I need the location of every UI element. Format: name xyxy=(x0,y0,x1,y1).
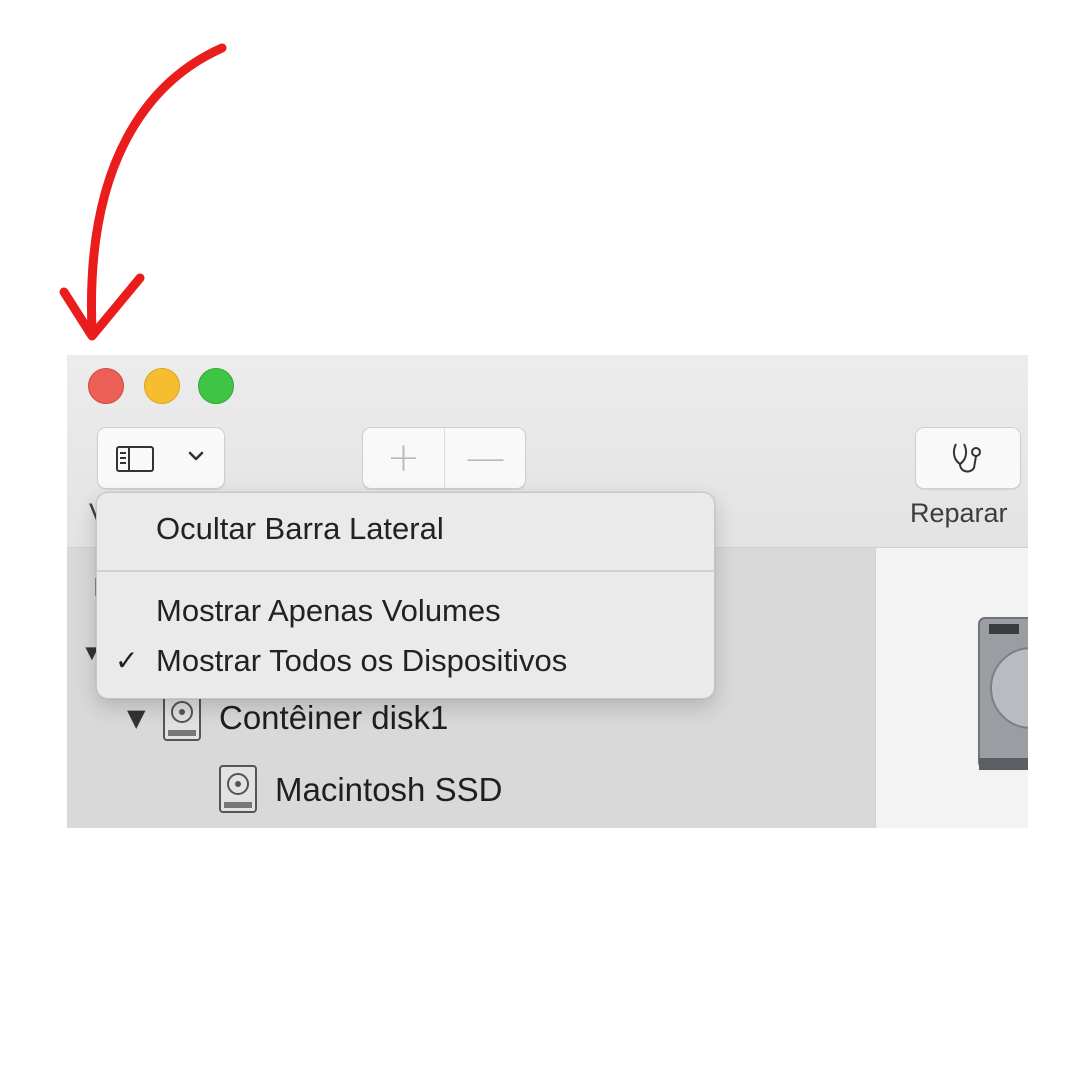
menu-item-show-all-devices[interactable]: ✓ Mostrar Todos os Dispositivos xyxy=(97,637,714,685)
checkmark-icon: ✓ xyxy=(115,644,139,677)
sidebar-item-label: Macintosh SSD xyxy=(275,771,503,808)
sidebar-item-macintosh-ssd[interactable]: Macintosh SSD xyxy=(217,760,502,820)
minimize-window-button[interactable] xyxy=(144,368,180,404)
close-window-button[interactable] xyxy=(88,368,124,404)
menu-item-show-only-volumes[interactable]: Mostrar Apenas Volumes xyxy=(97,587,714,635)
sidebar-icon xyxy=(116,446,154,472)
view-button[interactable] xyxy=(97,427,225,489)
menu-item-label: Ocultar Barra Lateral xyxy=(156,511,444,546)
hard-disk-icon xyxy=(219,765,257,813)
disclosure-triangle[interactable]: ▼ xyxy=(127,704,161,732)
stethoscope-icon xyxy=(952,443,981,473)
add-volume-button[interactable]: + xyxy=(363,432,444,484)
hard-disk-icon xyxy=(163,693,201,741)
remove-volume-button[interactable]: — xyxy=(445,432,526,484)
repair-button[interactable] xyxy=(915,427,1021,489)
repair-label: Reparar xyxy=(910,498,1008,528)
zoom-window-button[interactable] xyxy=(198,368,234,404)
menu-item-hide-sidebar[interactable]: Ocultar Barra Lateral xyxy=(97,505,714,553)
detail-pane xyxy=(875,548,1028,828)
chevron-down-icon xyxy=(188,451,204,461)
sidebar-item-label: Contêiner disk1 xyxy=(219,699,449,736)
menu-item-label: Mostrar Apenas Volumes xyxy=(156,593,501,628)
view-menu: Ocultar Barra Lateral Mostrar Apenas Vol… xyxy=(96,492,715,699)
menu-item-label: Mostrar Todos os Dispositivos xyxy=(156,643,568,678)
menu-separator xyxy=(97,570,714,572)
curved-arrow-icon xyxy=(59,43,227,341)
add-remove-control: + — xyxy=(362,427,526,489)
hard-drive-image xyxy=(978,617,1028,770)
